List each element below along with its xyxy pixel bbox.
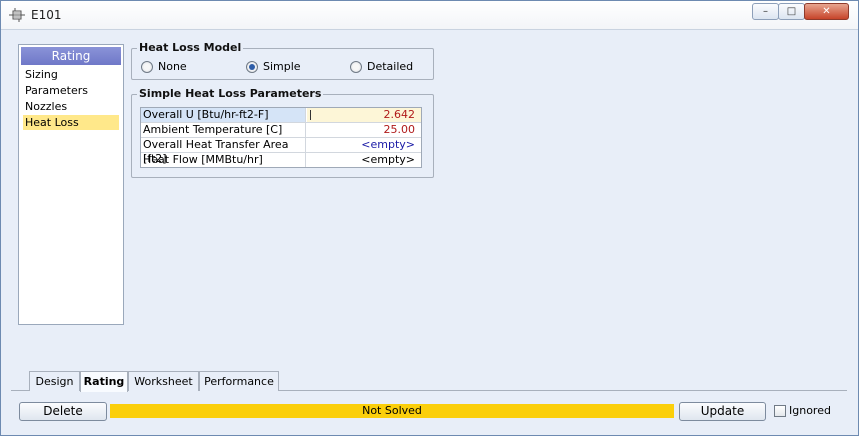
- param-label-area: Overall Heat Transfer Area [ft2]: [141, 138, 306, 165]
- table-row: Ambient Temperature [C] 25.00: [141, 123, 421, 138]
- nav-header: Rating: [21, 47, 121, 65]
- param-value-ambient-temp[interactable]: 25.00: [307, 123, 421, 137]
- param-value-heat-flow: <empty>: [361, 153, 415, 166]
- ignored-checkbox[interactable]: [774, 405, 786, 417]
- radio-simple[interactable]: Simple: [246, 60, 301, 73]
- tab-performance[interactable]: Performance: [199, 371, 279, 391]
- title-bar[interactable]: E101 – □ ✕: [1, 1, 858, 30]
- radio-detailed-label: Detailed: [367, 60, 414, 73]
- maximize-icon: □: [786, 6, 797, 17]
- param-label-overall-u: Overall U [Btu/hr-ft2-F]: [141, 108, 306, 122]
- table-row: Overall Heat Transfer Area [ft2] <empty>: [141, 138, 421, 165]
- simple-params-label: Simple Heat Loss Parameters: [137, 87, 324, 100]
- param-label-ambient-temp: Ambient Temperature [C]: [141, 123, 306, 137]
- tab-design[interactable]: Design: [29, 371, 80, 391]
- radio-simple-label: Simple: [263, 60, 301, 73]
- params-table: Overall U [Btu/hr-ft2-F] 2.642 Ambient T…: [140, 107, 422, 168]
- window: E101 – □ ✕ Rating Sizing Parameters Nozz…: [0, 0, 859, 436]
- nav-item-nozzles[interactable]: Nozzles: [23, 99, 119, 114]
- delete-button[interactable]: Delete: [19, 402, 107, 421]
- ignored-label: Ignored: [789, 404, 831, 417]
- close-icon: ✕: [822, 6, 831, 17]
- table-row: Heat Flow [MMBtu/hr] <empty>: [141, 153, 421, 168]
- param-value-overall-u-text: 2.642: [383, 108, 416, 121]
- nav-item-parameters[interactable]: Parameters: [23, 83, 119, 98]
- status-bar: Not Solved: [110, 404, 674, 418]
- update-button[interactable]: Update: [679, 402, 766, 421]
- heat-loss-model-label: Heat Loss Model: [137, 41, 244, 54]
- heat-loss-model-group: Heat Loss Model None Simple Detailed: [131, 41, 434, 80]
- radio-none[interactable]: None: [141, 60, 187, 73]
- window-title: E101: [31, 8, 62, 22]
- tab-worksheet[interactable]: Worksheet: [128, 371, 199, 391]
- heat-exchanger-icon: [9, 8, 25, 22]
- table-row: Overall U [Btu/hr-ft2-F] 2.642: [141, 108, 421, 123]
- nav-item-heat-loss[interactable]: Heat Loss: [23, 115, 119, 130]
- minimize-button[interactable]: –: [752, 3, 779, 20]
- param-value-overall-u[interactable]: 2.642: [307, 108, 421, 122]
- radio-none-icon: [141, 60, 153, 73]
- text-cursor: [310, 110, 311, 120]
- radio-detailed[interactable]: Detailed: [350, 60, 413, 73]
- close-button[interactable]: ✕: [804, 3, 849, 20]
- radio-none-label: None: [158, 60, 187, 73]
- radio-detailed-icon: [350, 60, 362, 73]
- nav-item-sizing[interactable]: Sizing: [23, 67, 119, 82]
- tab-rating[interactable]: Rating: [80, 371, 128, 392]
- minimize-icon: –: [763, 6, 768, 17]
- param-value-area[interactable]: <empty>: [307, 138, 421, 152]
- rating-nav-panel: Rating Sizing Parameters Nozzles Heat Lo…: [18, 44, 124, 325]
- param-label-heat-flow: Heat Flow [MMBtu/hr]: [141, 153, 306, 167]
- maximize-button[interactable]: □: [778, 3, 805, 20]
- radio-simple-icon: [246, 60, 258, 73]
